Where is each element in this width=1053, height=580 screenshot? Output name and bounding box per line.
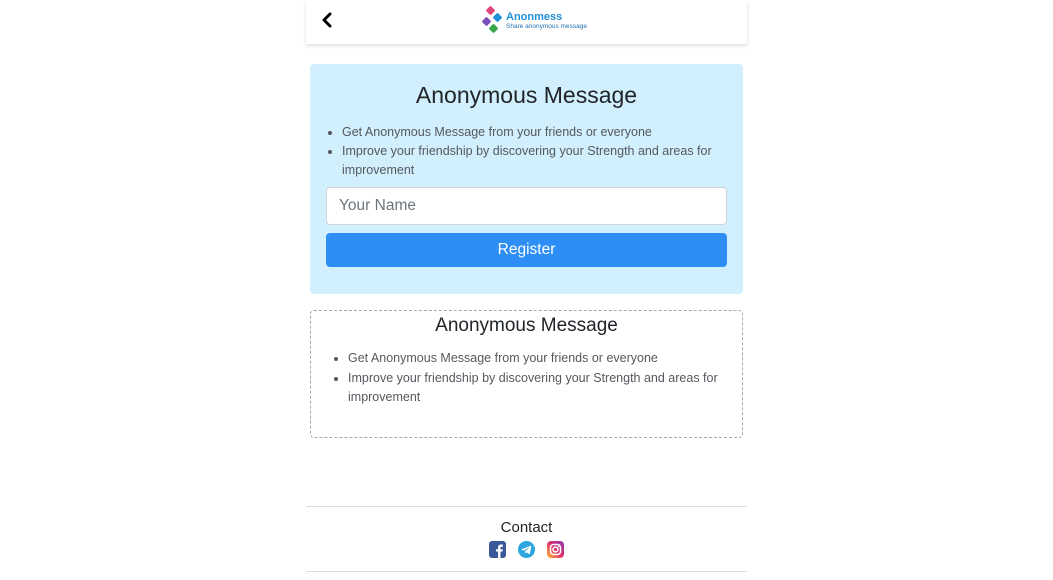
register-button[interactable]: Register bbox=[326, 233, 727, 267]
app-container: Anonmess Share anonymous message Anonymo… bbox=[306, 0, 747, 580]
info-card-bullets: Get Anonymous Message from your friends … bbox=[331, 349, 722, 408]
top-bar: Anonmess Share anonymous message bbox=[306, 0, 747, 44]
contact-label: Contact bbox=[500, 519, 553, 536]
facebook-icon bbox=[489, 541, 506, 558]
name-input[interactable] bbox=[326, 187, 727, 225]
register-card: Anonymous Message Get Anonymous Message … bbox=[310, 64, 743, 294]
footer: Contact bbox=[306, 506, 747, 572]
bullet-item: Get Anonymous Message from your friends … bbox=[348, 349, 722, 369]
social-links bbox=[306, 541, 747, 558]
bullet-item: Improve your friendship by discovering y… bbox=[348, 369, 722, 408]
instagram-icon bbox=[547, 541, 564, 558]
bullet-item: Improve your friendship by discovering y… bbox=[342, 142, 727, 180]
telegram-icon bbox=[518, 541, 535, 558]
logo[interactable]: Anonmess Share anonymous message bbox=[482, 5, 587, 37]
info-card-title: Anonymous Message bbox=[435, 315, 618, 336]
info-card: Anonymous Message Get Anonymous Message … bbox=[310, 310, 743, 438]
register-card-title: Anonymous Message bbox=[415, 82, 638, 108]
logo-mark-icon bbox=[482, 6, 502, 33]
bullet-item: Get Anonymous Message from your friends … bbox=[342, 123, 727, 142]
logo-tagline: Share anonymous message bbox=[506, 22, 587, 30]
telegram-link[interactable] bbox=[518, 541, 535, 558]
back-button[interactable] bbox=[316, 9, 338, 31]
chevron-left-icon bbox=[322, 12, 332, 28]
instagram-link[interactable] bbox=[547, 541, 564, 558]
logo-name: Anonmess bbox=[506, 10, 563, 23]
register-card-bullets: Get Anonymous Message from your friends … bbox=[326, 123, 727, 180]
facebook-link[interactable] bbox=[489, 541, 506, 558]
